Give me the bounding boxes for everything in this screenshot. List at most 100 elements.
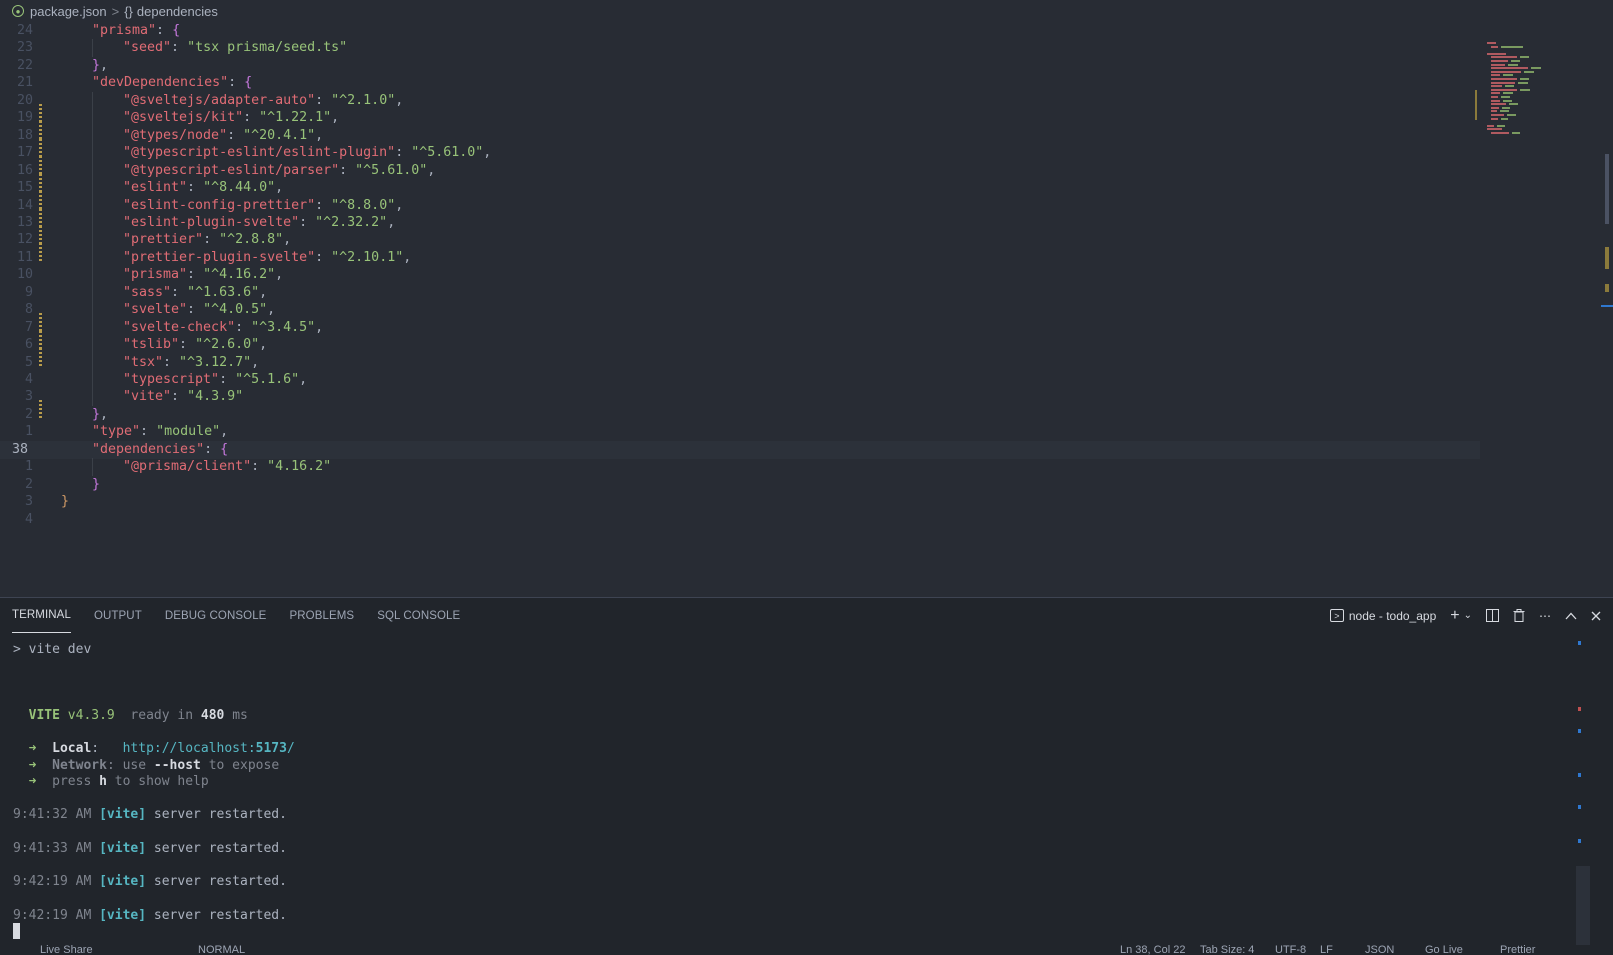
code-line[interactable]: 15 "eslint": "^8.44.0", (0, 179, 1480, 210)
minimap-line (1520, 88, 1531, 91)
code-line[interactable]: 6 "tslib": "^2.6.0", (0, 336, 1480, 367)
minimap-line (1510, 60, 1521, 62)
tab-output[interactable]: OUTPUT (94, 598, 142, 633)
indent-guide (61, 266, 92, 284)
indent-guide (61, 371, 92, 389)
json-value: "4.16.2" (267, 459, 332, 475)
line-number: 10 (16, 267, 33, 283)
cursor-position[interactable]: Ln 38, Col 22 (1120, 945, 1185, 955)
json-comma: , (403, 249, 412, 265)
chevron-down-icon[interactable]: ⌄ (1464, 610, 1472, 621)
code-line[interactable]: 17 "@typescript-eslint/eslint-plugin": "^… (0, 144, 1480, 175)
close-icon[interactable] (1591, 611, 1601, 621)
breadcrumb-file[interactable]: package.json (30, 4, 107, 19)
scrollbar-thumb[interactable] (1605, 154, 1609, 224)
json-close-brace: } (92, 406, 101, 422)
line-number: 4 (24, 511, 33, 527)
server-restart-line: 9:41:33 AM [vite] server restarted. (13, 840, 287, 857)
code-line[interactable]: 21 "devDependencies": { (0, 74, 1480, 92)
indent-guide (61, 301, 92, 319)
code-line[interactable]: 3 "vite": "4.3.9" (0, 388, 1480, 419)
indent-guide (61, 284, 92, 302)
indent-guide (92, 126, 123, 145)
json-value: "^5.1.6" (235, 372, 300, 387)
encoding[interactable]: UTF-8 (1275, 945, 1306, 955)
server-restart-line: 9:42:19 AM [vite] server restarted. (13, 907, 287, 924)
code-line[interactable]: 12 "prettier": "^2.8.8", (0, 231, 1480, 262)
code-line[interactable]: 10 "prisma": "^4.16.2", (0, 266, 1480, 285)
editor-scrollbar[interactable] (1599, 22, 1613, 597)
indent-guide (61, 319, 92, 337)
code-line[interactable]: 14 "eslint-config-prettier": "^8.8.0", (0, 196, 1480, 227)
local-url-port: 5173 (255, 741, 287, 756)
tab-size[interactable]: Tab Size: 4 (1200, 945, 1254, 955)
code-line[interactable]: 23 "seed": "tsx prisma/seed.ts" (0, 39, 1480, 58)
language-mode[interactable]: JSON (1365, 945, 1394, 955)
code-line[interactable]: 1 "@prisma/client": "4.16.2" (0, 458, 1480, 477)
vite-version: v4.3.9 (67, 708, 115, 723)
code-line[interactable]: 24 "prisma": { (0, 22, 1480, 40)
log-tag: [vite] (99, 807, 147, 822)
plus-icon[interactable]: + (1450, 607, 1459, 625)
json-value: "tsx prisma/seed.ts" (187, 40, 348, 56)
go-live-button[interactable]: Go Live (1425, 945, 1463, 955)
code-line[interactable]: 13 "eslint-plugin-svelte": "^2.32.2", (0, 213, 1480, 244)
json-key: "@typescript-eslint/parser" (123, 162, 340, 178)
json-key: "sass" (123, 284, 172, 300)
line-number: 16 (16, 162, 33, 178)
local-url[interactable]: http://localhost:5173/ (123, 741, 295, 756)
code-line[interactable]: 4 (0, 511, 1480, 529)
tab-terminal[interactable]: TERMINAL (12, 598, 71, 633)
code-line[interactable]: 9 "sass": "^1.63.6", (0, 283, 1480, 302)
live-share-item[interactable]: Live Share (40, 945, 93, 955)
line-number: 24 (16, 23, 33, 38)
code-line[interactable]: 20 "@sveltejs/adapter-auto": "^2.1.0", (0, 91, 1480, 122)
minimap[interactable] (1473, 22, 1583, 182)
chevron-up-icon[interactable] (1565, 612, 1577, 620)
help-text-1: press (52, 774, 92, 789)
minimap-line (1491, 99, 1500, 102)
code-line[interactable]: 5 "tsx": "^3.12.7", (0, 353, 1480, 372)
breadcrumb-symbol[interactable]: dependencies (137, 4, 218, 19)
code-editor[interactable]: 24 "prisma": {23 "seed": "tsx prisma/seed.… (0, 22, 1613, 597)
code-line[interactable]: 2} (0, 476, 1480, 494)
log-tag: [vite] (99, 874, 147, 889)
indent-guide (61, 109, 92, 127)
json-key: "svelte" (123, 302, 188, 318)
code-line[interactable]: 1 "type": "module", (0, 423, 1480, 441)
eol[interactable]: LF (1320, 945, 1333, 955)
log-timestamp: 9:42:19 AM (13, 874, 92, 889)
vite-ready-line: VITE v4.3.9 ready in 480 ms (13, 707, 248, 724)
json-colon: : (227, 127, 244, 143)
code-line[interactable]: 4 "typescript": "^5.1.6", (0, 371, 1480, 389)
prettier-status[interactable]: Prettier (1500, 945, 1535, 955)
tab-problems[interactable]: PROBLEMS (289, 598, 354, 633)
ellipsis-icon[interactable]: ⋯ (1539, 609, 1551, 623)
tab-sql-console[interactable]: SQL CONSOLE (377, 598, 460, 633)
terminal-selector[interactable]: > node - todo_app (1329, 609, 1436, 623)
code-line[interactable]: 3} (0, 493, 1480, 511)
arrow-icon: ➜ (28, 741, 37, 756)
line-number: 12 (16, 232, 33, 248)
code-line[interactable]: 2}, (0, 406, 1480, 424)
json-key: "seed" (123, 40, 172, 56)
help-line: ➜ press h to show help (13, 773, 209, 790)
indent-guide (61, 162, 92, 180)
code-line[interactable]: 7 "svelte-check": "^3.4.5", (0, 318, 1480, 349)
code-line[interactable]: 18 "@types/node": "^20.4.1", (0, 126, 1480, 157)
split-terminal-icon[interactable] (1486, 609, 1499, 622)
json-key: "typescript" (123, 372, 220, 387)
code-line[interactable]: 38 "dependencies": { (0, 440, 1480, 459)
trash-icon[interactable] (1513, 609, 1525, 622)
tab-debug-console[interactable]: DEBUG CONSOLE (165, 598, 267, 633)
code-line[interactable]: 19 "@sveltejs/kit": "^1.22.1", (0, 109, 1480, 140)
terminal-scrollbar-thumb[interactable] (1576, 866, 1590, 946)
code-line[interactable]: 8 "svelte": "^4.0.5", (0, 301, 1480, 332)
minimap-line (1502, 99, 1512, 102)
line-number: 5 (24, 354, 33, 370)
code-line[interactable]: 16 "@typescript-eslint/parser": "^5.61.0"… (0, 161, 1480, 192)
terminal[interactable]: > vite dev VITE v4.3.9 ready in 480 ms ➜… (0, 633, 1590, 946)
code-line[interactable]: 11 "prettier-plugin-svelte": "^2.10.1", (0, 248, 1480, 267)
code-line[interactable]: 22}, (0, 57, 1480, 75)
minimap-line (1531, 67, 1542, 70)
